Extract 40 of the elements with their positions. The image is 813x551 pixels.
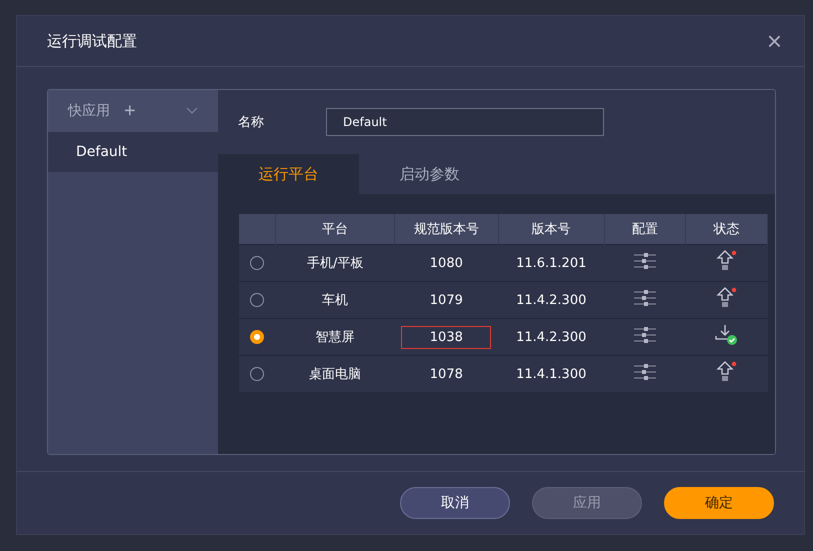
column-header: 版本号 xyxy=(498,214,604,244)
table-cell: 1038 xyxy=(401,326,492,348)
table-cell: 智慧屏 xyxy=(276,318,394,356)
sliders-icon[interactable] xyxy=(634,252,656,270)
table-cell: 11.6.1.201 xyxy=(498,244,604,282)
download-check-icon[interactable] xyxy=(714,324,739,346)
radio-button[interactable] xyxy=(250,330,264,344)
table-cell: 11.4.2.300 xyxy=(498,282,604,318)
add-button[interactable]: + xyxy=(124,101,136,121)
upload-arrow-icon[interactable] xyxy=(716,250,738,272)
close-button[interactable]: × xyxy=(766,28,782,54)
sidebar-title: 快应用 xyxy=(68,102,110,120)
table-cell-text: 1079 xyxy=(428,292,464,310)
sliders-icon[interactable] xyxy=(634,289,656,307)
radio-button[interactable] xyxy=(250,292,264,307)
table-cell: 桌面电脑 xyxy=(276,356,394,392)
table-cell: 手机/平板 xyxy=(276,244,394,282)
table-cell: 11.4.1.300 xyxy=(498,356,604,392)
upload-arrow-icon[interactable] xyxy=(716,287,738,309)
table-cell-text: 1080 xyxy=(428,254,464,272)
name-field[interactable]: Default xyxy=(326,108,604,136)
sliders-icon[interactable] xyxy=(634,363,656,381)
radio-button[interactable] xyxy=(250,256,264,270)
column-header: 状态 xyxy=(686,214,768,244)
table-cell: 11.4.2.300 xyxy=(498,318,604,356)
dialog-title: 运行调试配置 xyxy=(47,32,137,50)
sliders-icon[interactable] xyxy=(634,326,656,344)
column-header: 规范版本号 xyxy=(394,214,498,244)
tab[interactable]: 启动参数 xyxy=(359,154,500,194)
dialog-button[interactable]: 确定 xyxy=(664,487,774,519)
upload-arrow-icon[interactable] xyxy=(716,361,738,383)
table-cell: 车机 xyxy=(276,282,394,318)
name-label: 名称 xyxy=(238,114,264,131)
dialog-button[interactable]: 取消 xyxy=(400,487,510,519)
radio-button[interactable] xyxy=(250,366,264,381)
sidebar-item[interactable]: Default xyxy=(48,132,218,172)
table-cell-text: 1078 xyxy=(428,366,464,384)
column-header: 配置 xyxy=(604,214,686,244)
column-header: 平台 xyxy=(276,214,394,244)
tab[interactable]: 运行平台 xyxy=(218,154,359,194)
